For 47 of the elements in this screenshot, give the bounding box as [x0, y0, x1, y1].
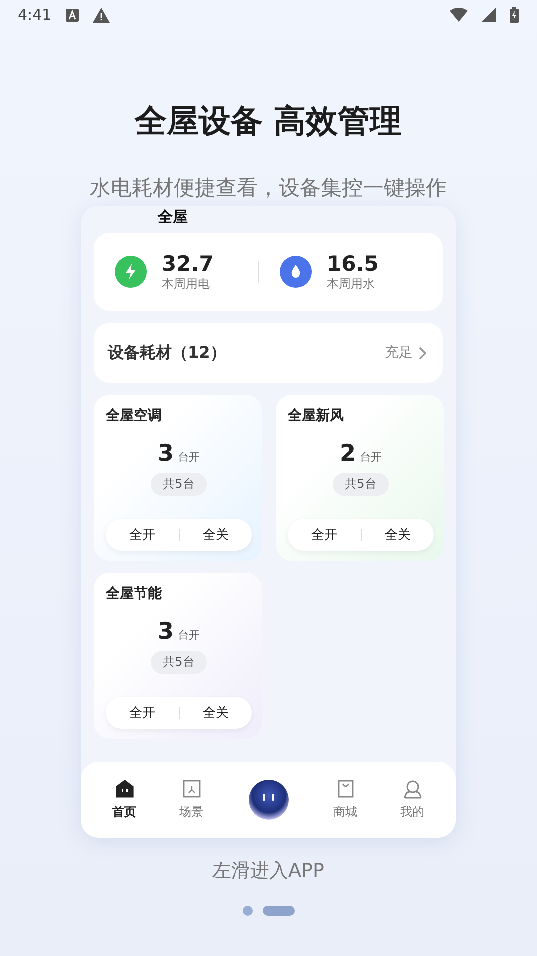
- usage-value: 32.7: [162, 252, 214, 276]
- signal-icon: [482, 8, 496, 22]
- total-badge: 共5台: [151, 473, 207, 496]
- usage-label: 本周用水: [327, 276, 376, 292]
- lightning-icon: [114, 255, 148, 289]
- group-name: 全屋节能: [106, 585, 162, 603]
- group-name: 全屋空调: [106, 407, 162, 425]
- all-off-button[interactable]: 全关: [180, 704, 252, 722]
- consumables-title: 设备耗材（12）: [108, 342, 226, 364]
- tab[interactable]: 商城: [334, 779, 358, 821]
- headline: 全屋设备 高效管理: [134, 101, 402, 142]
- group-name: 全屋新风: [288, 407, 344, 425]
- battery-icon: [510, 7, 519, 23]
- consumables-card[interactable]: 设备耗材（12） 充足: [94, 323, 443, 383]
- chevron-right-icon: [419, 346, 427, 360]
- all-off-button[interactable]: 全关: [180, 526, 252, 544]
- subtitle: 水电耗材便捷查看，设备集控一键操作: [90, 175, 447, 202]
- usage-value: 16.5: [327, 252, 379, 276]
- on-count-unit: 台开: [178, 450, 200, 465]
- house-icon: [114, 779, 134, 799]
- total-badge: 共5台: [333, 473, 389, 496]
- all-off-button[interactable]: 全关: [362, 526, 434, 544]
- tab[interactable]: [246, 778, 290, 822]
- warning-icon: [92, 8, 110, 22]
- on-count-unit: 台开: [178, 628, 200, 643]
- all-on-button[interactable]: 全开: [106, 704, 178, 722]
- tab[interactable]: 场景: [180, 779, 204, 821]
- tab[interactable]: 我的: [400, 779, 424, 821]
- total-badge: 共5台: [151, 651, 207, 674]
- all-on-button[interactable]: 全开: [106, 526, 178, 544]
- water-drop-icon: [279, 255, 313, 289]
- screen-title: 全屋: [158, 208, 188, 227]
- consumables-status: 充足: [385, 344, 413, 362]
- tab[interactable]: 首页: [112, 779, 136, 821]
- on-count: 2: [340, 441, 356, 467]
- swipe-hint: 左滑进入APP: [212, 859, 324, 884]
- frame-icon: [182, 779, 202, 799]
- person-icon: [402, 779, 422, 799]
- bag-icon: [336, 779, 356, 799]
- on-count: 3: [158, 619, 174, 645]
- robot-icon: [246, 778, 290, 822]
- on-count-unit: 台开: [360, 450, 382, 465]
- wifi-icon: [450, 8, 468, 22]
- all-on-button[interactable]: 全开: [288, 526, 360, 544]
- usage-label: 本周用电: [162, 276, 211, 292]
- status-time: 4:41: [18, 6, 52, 24]
- on-count: 3: [158, 441, 174, 467]
